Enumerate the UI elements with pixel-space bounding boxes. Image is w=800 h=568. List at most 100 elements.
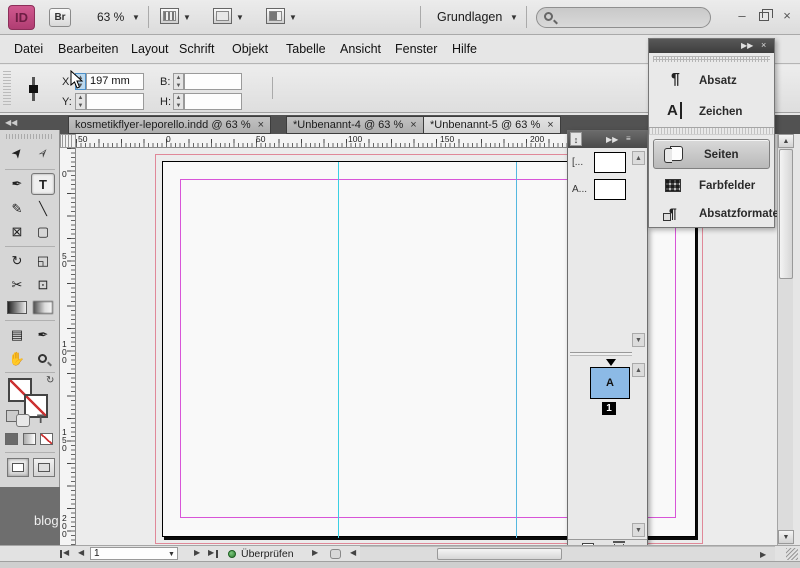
view-options-chevron-icon[interactable]: ▼ [236, 13, 244, 22]
height-field[interactable] [184, 93, 242, 110]
column-guide[interactable] [516, 162, 517, 538]
previous-page-button[interactable]: ◀ [78, 548, 84, 557]
spin-down-icon[interactable]: ▼ [174, 102, 183, 110]
scroll-right-button[interactable]: ▶ [760, 550, 766, 559]
preflight-label[interactable]: Überprüfen [241, 548, 294, 560]
close-tab-icon[interactable]: × [410, 119, 416, 131]
zoom-tool-icon[interactable] [160, 8, 179, 24]
first-page-button[interactable]: ◀ [63, 548, 69, 557]
preview-mode-button[interactable] [33, 458, 55, 477]
view-options-icon[interactable] [213, 8, 232, 24]
dock-item-absatz[interactable]: ¶ Absatz [649, 66, 774, 96]
horizontal-scrollbar[interactable]: ▶ [360, 546, 775, 561]
dock-item-absatzformate[interactable]: ¶ Absatzformate [649, 199, 774, 229]
page-number-badge[interactable]: 1 [602, 402, 616, 415]
vertical-scrollbar[interactable]: ▲ ▼ [777, 134, 793, 545]
page-number-field[interactable]: 1 [90, 547, 178, 560]
tab-kosmetikflyer[interactable]: kosmetikflyer-leporello.indd @ 63 %× [68, 116, 271, 134]
spin-up-icon[interactable]: ▲ [174, 74, 183, 82]
menu-schrift[interactable]: Schrift [179, 42, 214, 56]
master-none-thumbnail[interactable] [594, 152, 626, 173]
scroll-down-button[interactable]: ▼ [632, 523, 645, 537]
scissors-tool-icon[interactable]: ✂ [5, 274, 29, 296]
spin-down-icon[interactable]: ▼ [76, 102, 85, 110]
spin-down-icon[interactable]: ▼ [174, 82, 183, 90]
restore-button[interactable] [759, 12, 769, 21]
scroll-down-button[interactable]: ▼ [778, 530, 794, 544]
next-page-button[interactable]: ▶ [194, 548, 200, 557]
frame-tool-icon[interactable]: ⊠ [5, 221, 29, 243]
reference-point-proxy[interactable] [32, 77, 35, 101]
vertical-ruler[interactable]: 0 50 100 150 200 [60, 148, 76, 545]
formatting-affects-container-icon[interactable] [16, 414, 30, 427]
gradient-tool-icon[interactable] [5, 297, 29, 319]
menu-datei[interactable]: Datei [14, 42, 43, 56]
y-stepper[interactable]: ▲ ▼ [75, 93, 86, 110]
minimize-button[interactable]: – [733, 9, 751, 23]
page-1-thumbnail[interactable]: A [590, 367, 630, 399]
normal-view-mode-button[interactable] [7, 458, 29, 477]
width-field[interactable] [184, 73, 242, 90]
swap-fill-stroke-icon[interactable]: ↻ [46, 375, 54, 386]
dock-item-zeichen[interactable]: A Zeichen [649, 97, 774, 127]
menu-layout[interactable]: Layout [131, 42, 169, 56]
hand-tool-icon[interactable]: ✋ [5, 348, 29, 370]
zoom-chevron-icon[interactable]: ▼ [132, 13, 140, 22]
pages-panel-header[interactable]: ↕ ▶▶ ≡ [568, 131, 647, 148]
master-none-label[interactable]: [... [572, 157, 583, 168]
menu-hilfe[interactable]: Hilfe [452, 42, 477, 56]
screen-mode-icon[interactable] [266, 8, 285, 24]
apply-gradient-button[interactable] [23, 433, 36, 445]
dock-item-seiten[interactable]: Seiten [653, 139, 770, 169]
selection-tool-icon[interactable]: ➤ [5, 142, 29, 164]
rectangle-tool-icon[interactable]: ▢ [31, 221, 55, 243]
search-input[interactable] [536, 7, 711, 28]
direct-selection-tool-icon[interactable]: ➢ [31, 142, 55, 164]
preflight-menu-button[interactable]: ▶ [312, 548, 318, 557]
expand-dock-icon[interactable]: ▶▶ [741, 41, 753, 50]
master-a-label[interactable]: A... [572, 184, 587, 195]
menu-bearbeiten[interactable]: Bearbeiten [58, 42, 118, 56]
gradient-feather-tool-icon[interactable] [31, 297, 55, 319]
page-dropdown-icon[interactable]: ▼ [168, 551, 175, 558]
type-tool-icon[interactable]: T [31, 173, 55, 195]
y-field[interactable] [86, 93, 144, 110]
close-window-button[interactable]: × [778, 9, 796, 23]
spin-up-icon[interactable]: ▲ [76, 94, 85, 102]
scroll-left-button[interactable]: ◀ [350, 548, 356, 557]
apply-color-button[interactable] [5, 433, 18, 445]
resize-grip[interactable] [786, 548, 798, 560]
pencil-tool-icon[interactable]: ✎ [5, 198, 29, 220]
rotate-tool-icon[interactable]: ↻ [5, 250, 29, 272]
scale-tool-icon[interactable]: ◱ [31, 250, 55, 272]
ruler-origin-corner[interactable] [60, 134, 76, 148]
scroll-down-button[interactable]: ▼ [632, 333, 645, 347]
scrollbar-thumb[interactable] [437, 548, 562, 560]
panel-menu-icon[interactable]: ≡ [626, 134, 631, 143]
preflight-options-icon[interactable] [330, 549, 341, 559]
free-transform-tool-icon[interactable]: ⊡ [31, 274, 55, 296]
menu-fenster[interactable]: Fenster [395, 42, 437, 56]
tools-panel-header[interactable]: ◀◀ [0, 115, 60, 130]
line-tool-icon[interactable]: ╲ [31, 198, 55, 220]
spin-up-icon[interactable]: ▲ [174, 94, 183, 102]
scroll-up-button[interactable]: ▲ [778, 134, 794, 148]
bridge-button[interactable]: Br [49, 8, 71, 27]
scrollbar-thumb[interactable] [779, 149, 793, 279]
tab-unbenannt-4[interactable]: *Unbenannt-4 @ 63 %× [286, 116, 424, 134]
collapse-panel-icon[interactable]: ▶▶ [606, 135, 618, 144]
pen-tool-icon[interactable]: ✒ [5, 173, 29, 195]
zoom-level-value[interactable]: 63 % [97, 10, 124, 24]
workspace-chevron-icon[interactable]: ▼ [510, 13, 518, 22]
master-a-thumbnail[interactable] [594, 179, 626, 200]
scroll-up-button[interactable]: ▲ [632, 151, 645, 165]
tab-unbenannt-5[interactable]: *Unbenannt-5 @ 63 %× [423, 116, 561, 134]
last-page-button[interactable]: ▶ [208, 548, 214, 557]
dock-header[interactable]: ▶▶ × [649, 39, 774, 53]
x-field[interactable]: 197 mm [86, 73, 144, 90]
view-chevron-icon[interactable]: ▼ [183, 13, 191, 22]
h-stepper[interactable]: ▲ ▼ [173, 93, 184, 110]
menu-tabelle[interactable]: Tabelle [286, 42, 326, 56]
menu-ansicht[interactable]: Ansicht [340, 42, 381, 56]
panel-gripper[interactable] [3, 71, 11, 107]
